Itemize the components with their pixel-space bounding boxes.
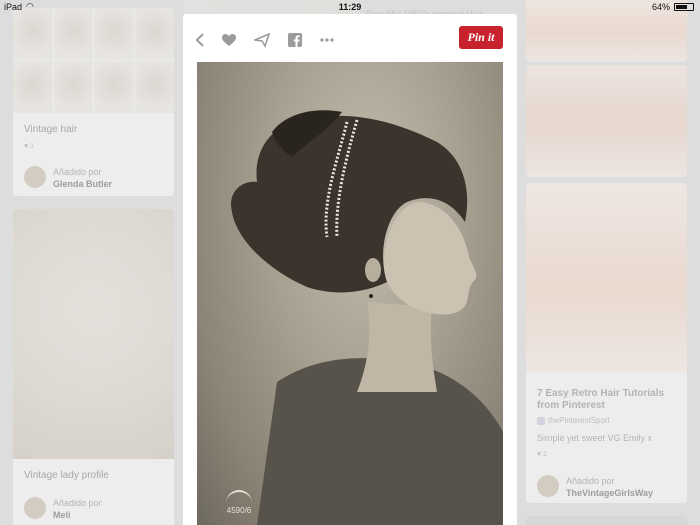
chevron-left-icon[interactable] — [193, 32, 209, 48]
status-bar: iPad ◠ 11:29 64% — [0, 0, 700, 14]
portrait-illustration — [231, 110, 503, 525]
photo-stamp: 4590/6 — [219, 490, 259, 515]
pin-closeup-modal: Pin it 4590/6 — [183, 14, 517, 525]
facebook-icon[interactable] — [287, 32, 303, 48]
clock: 11:29 — [338, 2, 362, 12]
pin-it-button[interactable]: Pin it — [459, 26, 503, 49]
stamp-number: 4590/6 — [226, 506, 252, 515]
battery-percent: 64% — [651, 2, 670, 12]
heart-icon[interactable] — [221, 32, 237, 48]
battery-icon — [674, 3, 694, 11]
more-icon[interactable] — [319, 32, 335, 48]
photographer-seal-icon — [226, 490, 252, 504]
pin-photo[interactable]: 4590/6 — [197, 62, 503, 525]
send-icon[interactable] — [252, 32, 271, 48]
